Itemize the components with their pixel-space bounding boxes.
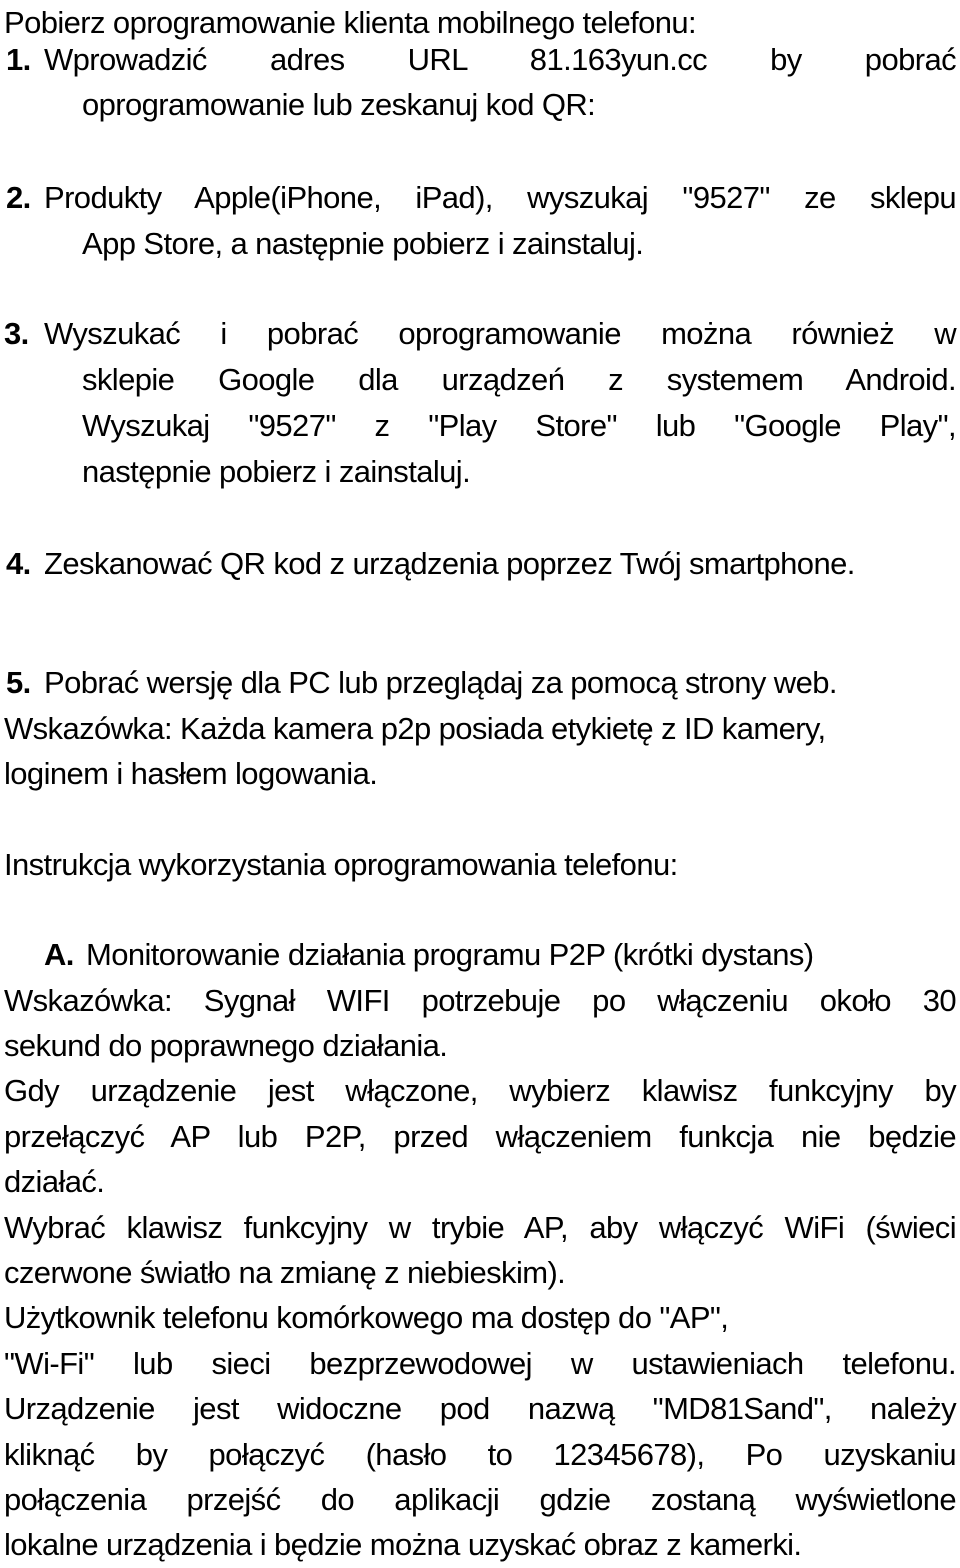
paragraph-2-line-2: przełączyć AP lub P2P, przed włączeniem … [4,1119,957,1154]
step-2-line-2: App Store, a następnie pobierz i zainsta… [82,226,644,261]
paragraph-3-line-1: Wybrać klawisz funkcyjny w trybie AP, ab… [4,1210,957,1245]
step-2-line-1: Produkty Apple(iPhone, iPad), wyszukaj "… [44,180,957,215]
step-1-line-1: Wprowadzić adres URL 81.163yun.cc by pob… [44,37,957,83]
paragraph-3-line-2: czerwone światło na zmianę z niebieskim)… [4,1255,566,1290]
step-1-line-2: oprogramowanie lub zeskanuj kod QR: [82,87,596,122]
paragraph-4-line-4: kliknąć by połączyć (hasło to 12345678),… [4,1437,957,1472]
step-5-line-1: Pobrać wersję dla PC lub przeglądaj za p… [44,665,837,700]
step-1-text: Wprowadzić adres URL 81.163yun.cc by pob… [44,42,957,77]
paragraph-4-line-5: połączenia przejść do aplikacji gdzie zo… [4,1482,957,1517]
paragraph-1-line-2: sekund do poprawnego działania. [4,1028,448,1063]
hint-1-line-1: Wskazówka: Każda kamera p2p posiada etyk… [4,711,826,746]
paragraph-2-line-3: działać. [4,1164,105,1199]
step-3-line-3: Wyszukaj "9527" z "Play Store" lub "Goog… [82,408,957,443]
step-4-line-1: Zeskanować QR kod z urządzenia poprzez T… [44,546,855,581]
step-5-number: 5. [6,665,31,700]
hint-1-line-2: loginem i hasłem logowania. [4,756,378,791]
step-4-number: 4. [6,546,31,581]
step-3-line-4: następnie pobierz i zainstaluj. [82,454,471,489]
paragraph-4-line-1: Użytkownik telefonu komórkowego ma dostę… [4,1300,729,1335]
section-heading: Instrukcja wykorzystania oprogramowania … [4,847,678,882]
paragraph-4-line-6: lokalne urządzenia i będzie można uzyska… [4,1527,802,1562]
step-3-line-2: sklepie Google dla urządzeń z systemem A… [82,362,957,397]
step-3-line-1: Wyszukać i pobrać oprogramowanie można r… [44,316,957,351]
step-2-number: 2. [6,180,31,215]
paragraph-4-line-2: "Wi-Fi" lub sieci bezprzewodowej w ustaw… [4,1346,957,1381]
paragraph-4-line-3: Urządzenie jest widoczne pod nazwą "MD81… [4,1391,957,1426]
section-a-letter: A. [44,937,74,972]
step-1-number: 1. [6,42,31,77]
paragraph-1-line-1: Wskazówka: Sygnał WIFI potrzebuje po włą… [4,983,957,1018]
step-3-number: 3. [4,316,29,351]
section-a-title: Monitorowanie działania programu P2P (kr… [86,937,814,972]
paragraph-2-line-1: Gdy urządzenie jest włączone, wybierz kl… [4,1073,957,1108]
